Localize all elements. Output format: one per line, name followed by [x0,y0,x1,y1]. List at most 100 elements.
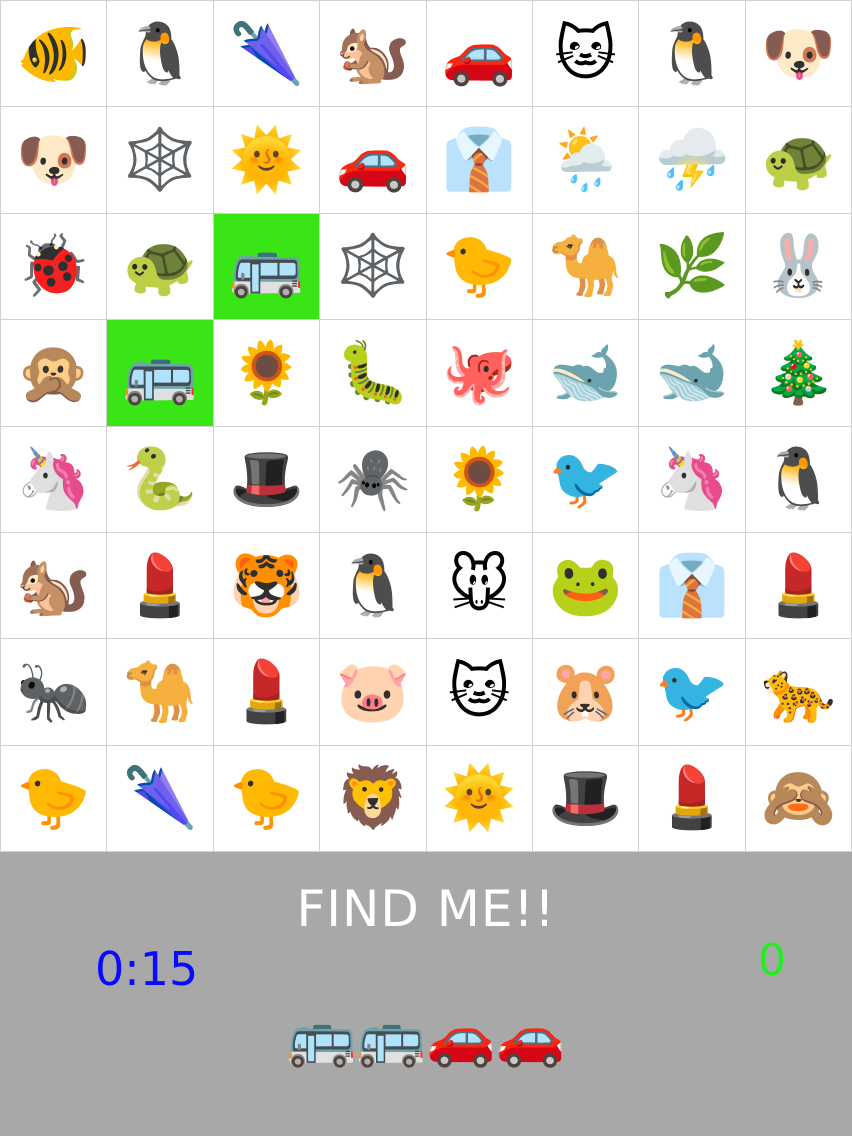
top-hat-icon: 🎩 [229,444,304,515]
penguin-icon: 🐧 [654,18,730,89]
grid-cell[interactable]: 🐙 [426,320,532,426]
bus-icon: 🚌 [356,1005,426,1070]
grid-cell[interactable]: 🌞 [426,745,532,851]
grid-cell[interactable]: 🐛 [320,320,426,426]
mouse-face-icon: 🐭 [447,550,511,621]
grid-cell[interactable]: 🚌 [213,213,320,320]
grid-cell[interactable]: 🌂 [107,745,213,851]
score: 0 [758,935,786,986]
grid-cell[interactable]: 🐢 [745,107,851,213]
grid-cell[interactable]: 🐋 [639,320,745,426]
closed-umbrella-icon: 🌂 [122,763,198,834]
dog-face-icon: 🐶 [16,125,92,196]
grid-cell[interactable]: 👔 [639,532,745,639]
sun-with-face-icon: 🌞 [229,125,304,196]
tropical-fish-icon: 🐠 [16,18,92,89]
penguin-icon: 🐧 [122,18,198,89]
car-icon: 🚗 [495,1005,566,1070]
leopard-icon: 🐆 [760,656,836,727]
grid-cell[interactable]: 🐧 [320,532,426,639]
grid-cell[interactable]: 🙈 [745,745,851,851]
grid-cell[interactable]: 🕸️ [320,213,426,320]
speak-no-evil-monkey-icon: 🙊 [16,337,92,408]
grid-cell[interactable]: 🐠 [1,1,107,107]
grid-cell[interactable]: 🌂 [213,1,320,107]
grid-cell[interactable]: 🐧 [745,426,851,532]
grid-cell[interactable]: 🐶 [745,1,851,107]
grid-cell[interactable]: 🐧 [107,1,213,107]
snake-icon: 🐍 [122,444,198,515]
grid-cell[interactable]: 🐷 [320,639,426,745]
grid-cell[interactable]: 🐿️ [320,1,426,107]
grid-cell[interactable]: 🐆 [745,639,851,745]
spider-web-icon: 🕸️ [122,125,198,196]
sunflower-icon: 🌻 [441,444,517,515]
whale-icon: 🐋 [654,337,730,408]
grid-cell[interactable]: 🌞 [213,107,320,213]
chipmunk-icon: 🐿️ [335,18,411,89]
lipstick-icon: 💄 [229,656,304,727]
grid-cell[interactable]: 💄 [745,532,851,639]
grid-cell[interactable]: 🐋 [532,320,639,426]
unicorn-icon: 🦄 [16,444,92,515]
grid-cell[interactable]: 🕷️ [320,426,426,532]
grid-cell[interactable]: 🐿️ [1,532,107,639]
grid-cell[interactable]: 🎩 [532,745,639,851]
grid-cell[interactable]: 🚗 [320,107,426,213]
grid-cell[interactable]: 🌿 [639,213,745,320]
caterpillar-icon: 🐛 [335,337,411,408]
camel-icon: 🐪 [548,231,623,302]
grid-cell[interactable]: 🚗 [426,1,532,107]
grid-cell[interactable]: 🦄 [639,426,745,532]
target-sequence: 🚌 🚌 🚗 🚗 [0,1010,852,1066]
grid-cell[interactable]: 🐧 [639,1,745,107]
grid-cell[interactable]: 🐹 [532,639,639,745]
grid-cell[interactable]: 🎩 [213,426,320,532]
grid-cell[interactable]: 🐤 [213,745,320,851]
grid-cell[interactable]: 🐪 [107,639,213,745]
car-icon: 🚗 [335,125,411,196]
grid-cell[interactable]: 🐪 [532,213,639,320]
lipstick-icon: 💄 [654,763,730,834]
grid-cell[interactable]: 🐜 [1,639,107,745]
grid-cell[interactable]: 🐶 [1,107,107,213]
grid-cell[interactable]: 🐸 [532,532,639,639]
grid-cell[interactable]: 🐞 [1,213,107,320]
grid-cell[interactable]: 🙊 [1,320,107,426]
herb-icon: 🌿 [654,231,730,302]
grid-cell[interactable]: 🌦️ [532,107,639,213]
pig-face-icon: 🐷 [335,656,411,727]
grid-cell[interactable]: ⛈️ [639,107,745,213]
grid-cell[interactable]: 🐍 [107,426,213,532]
grid-cell[interactable]: 🐰 [745,213,851,320]
grid-cell[interactable]: 🌻 [213,320,320,426]
grid-cell[interactable]: 🕸️ [107,107,213,213]
grid-cell[interactable]: 🚌 [107,320,213,426]
thunder-cloud-icon: ⛈️ [654,125,730,196]
christmas-tree-icon: 🎄 [760,337,836,408]
unicorn-icon: 🦄 [654,444,730,515]
grid-cell[interactable]: 🐦 [532,426,639,532]
grid-cell[interactable]: 💄 [639,745,745,851]
turtle-icon: 🐢 [760,125,836,196]
grid-cell[interactable]: 🐱 [426,639,532,745]
grid-cell[interactable]: 🐱 [532,1,639,107]
chipmunk-icon: 🐿️ [16,550,92,621]
grid-cell[interactable]: 🐯 [213,532,320,639]
timer: 0:15 [95,942,199,996]
grid-cell[interactable]: 🦁 [320,745,426,851]
tiger-face-icon: 🐯 [229,550,304,621]
grid-cell[interactable]: 🐭 [426,532,532,639]
grid-cell[interactable]: 🐦 [639,639,745,745]
grid-cell[interactable]: 💄 [213,639,320,745]
see-no-evil-monkey-icon: 🙈 [760,763,836,834]
grid-cell[interactable]: 💄 [107,532,213,639]
grid-cell[interactable]: 🐤 [426,213,532,320]
grid-cell[interactable]: 🎄 [745,320,851,426]
grid-cell[interactable]: 👔 [426,107,532,213]
grid-cell[interactable]: 🐤 [1,745,107,851]
grid-cell[interactable]: 🐢 [107,213,213,320]
hamster-face-icon: 🐹 [548,656,623,727]
grid-cell[interactable]: 🌻 [426,426,532,532]
grid-cell[interactable]: 🦄 [1,426,107,532]
